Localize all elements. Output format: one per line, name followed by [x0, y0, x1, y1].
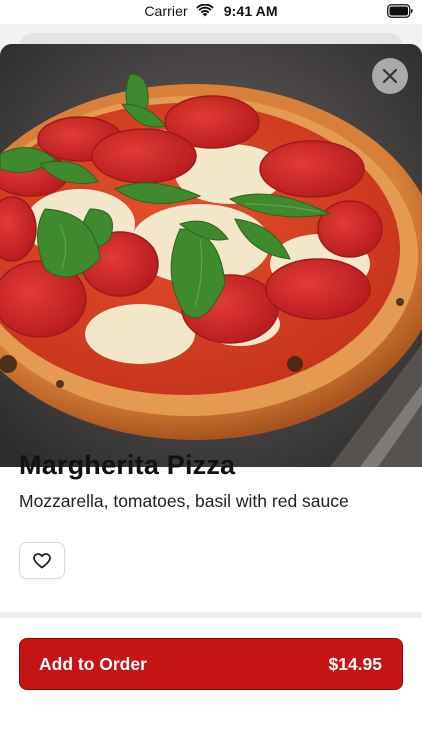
heart-icon	[33, 552, 51, 568]
product-info: Margherita Pizza Mozzarella, tomatoes, b…	[19, 450, 403, 512]
bottom-action-bar: Add to Order $14.95	[0, 612, 422, 750]
screen: Carrier 9:41 AM Margherita Pizza Mozzare…	[0, 0, 422, 750]
wifi-icon	[196, 4, 214, 17]
status-center: Carrier 9:41 AM	[0, 3, 422, 19]
order-price: $14.95	[328, 653, 382, 674]
close-icon	[382, 68, 398, 84]
add-to-order-label: Add to Order	[39, 653, 147, 674]
product-title: Margherita Pizza	[19, 450, 236, 480]
status-bar: Carrier 9:41 AM	[0, 0, 422, 24]
carrier-label: Carrier	[144, 3, 188, 19]
product-image	[0, 44, 422, 467]
status-time: 9:41 AM	[223, 3, 278, 19]
battery-icon	[387, 4, 413, 18]
add-to-order-button[interactable]: Add to Order $14.95	[19, 638, 403, 690]
favorite-button[interactable]	[19, 542, 65, 579]
product-description: Mozzarella, tomatoes, basil with red sau…	[19, 491, 349, 511]
pizza-illustration	[0, 44, 422, 467]
close-button[interactable]	[372, 58, 408, 94]
